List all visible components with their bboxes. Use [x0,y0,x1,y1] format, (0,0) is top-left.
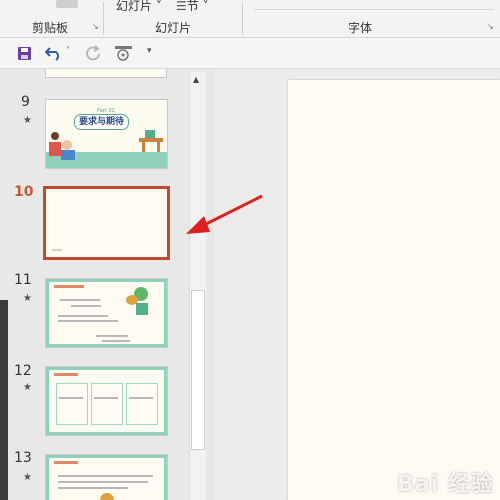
thumb-title-bar [54,373,78,376]
slide-number: 10 [14,184,34,200]
slide-thumbnail-pane[interactable]: 9 ★ Part 02 要求与期待 10 11 ★ 12 ★ 13 ★ [0,69,212,500]
thumb-card [56,383,88,425]
slide-thumbnail[interactable]: Part 02 要求与期待 [46,100,167,168]
animation-star-icon: ★ [23,115,32,126]
animation-star-icon: ★ [23,293,32,304]
slide-thumbnail[interactable] [46,367,167,435]
watermark: Bai 经验 [397,472,494,497]
slide-number: 9 [21,94,30,110]
thumb-title-bar [54,285,84,288]
slide-canvas[interactable] [288,80,500,500]
slide-thumbnail[interactable] [46,279,167,347]
animation-star-icon: ★ [23,472,32,483]
thumb-title-bar [54,461,78,464]
slides-group-label: 幻灯片 [155,21,192,35]
save-icon[interactable] [17,46,32,61]
dialog-launcher-icon[interactable]: ↘ [92,22,99,31]
thumb-heading: 要求与期待 [74,114,130,130]
slide-number: 13 [14,450,32,466]
thumb-footer-mark [52,249,62,251]
ribbon-separator [103,2,104,35]
thumb-card [126,383,158,425]
slide-number: 11 [14,272,32,288]
new-slide-button[interactable]: 幻灯片 ˅ [116,0,162,14]
annotation-arrow-icon [186,194,263,234]
format-painter-icon[interactable] [56,0,78,8]
font-controls [254,9,494,10]
quick-access-toolbar: ˅ ▾ [0,38,500,69]
slide-number: 12 [14,363,32,379]
thumb-card [91,383,123,425]
thumb-illustration [100,493,114,500]
animation-star-icon: ★ [23,382,32,393]
scroll-up-icon[interactable]: ▲ [193,75,199,84]
slide-thumbnail[interactable] [46,455,167,500]
plant-illustration [126,287,156,315]
undo-dropdown-icon[interactable]: ˅ [66,46,70,55]
redo-icon[interactable] [85,45,101,61]
undo-icon[interactable] [45,45,63,61]
desk-illustration [139,130,163,152]
slideshow-icon[interactable] [114,45,134,62]
section-icon: ☰ [176,0,187,13]
ribbon: 剪贴板 ↘ 幻灯片 ˅ ☰节 ˅ 幻灯片 字体 ↘ [0,0,500,38]
dialog-launcher-icon[interactable]: ↘ [487,22,494,31]
slide-thumbnail-selected[interactable] [46,189,167,257]
clipboard-group-label: 剪贴板 [32,21,69,35]
ribbon-separator [242,2,243,35]
section-button[interactable]: ☰节 ˅ [176,0,209,14]
window-edge [0,300,8,500]
font-group-label: 字体 [348,21,373,35]
customize-toolbar-icon[interactable]: ▾ [147,46,152,56]
scrollbar-thumb[interactable] [191,290,205,450]
children-reading-illustration [49,130,77,162]
slide-thumbnail[interactable] [46,69,166,77]
